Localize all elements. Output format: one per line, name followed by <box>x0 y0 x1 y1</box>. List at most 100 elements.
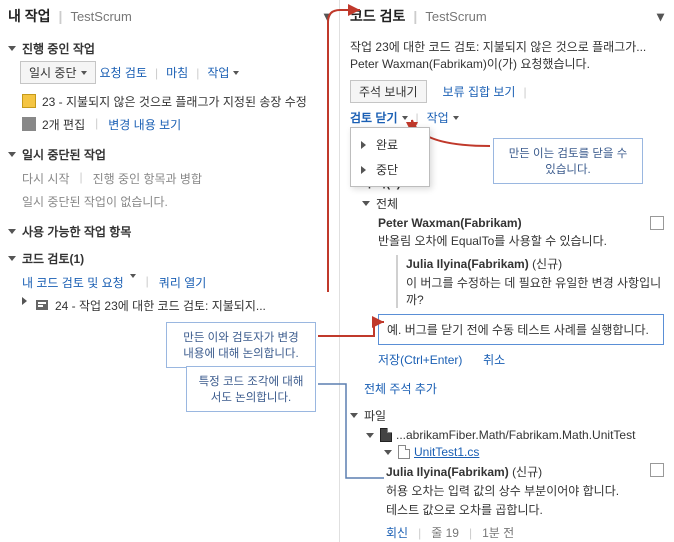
view-shelveset-link[interactable]: 보류 집합 보기 <box>443 83 516 100</box>
actions-link-2[interactable]: 작업 <box>427 109 449 126</box>
edit-icon <box>22 117 36 131</box>
caret-icon <box>233 71 239 75</box>
cancel-link[interactable]: 취소 <box>483 353 505 367</box>
file-folder-row[interactable]: ...abrikamFiber.Math/Fabrikam.Math.UnitT… <box>366 428 664 442</box>
expand-icon <box>22 297 27 305</box>
collapse-icon <box>366 433 374 438</box>
collapse-icon <box>8 46 16 51</box>
callout-text: 만든 이는 검토를 닫을 수 있습니다. <box>509 148 628 176</box>
work-item-row[interactable]: 23 - 지불되지 않은 것으로 플래그가 지정된 송장 수정 <box>8 90 331 113</box>
suspended-title: 일시 중단된 작업 <box>22 146 106 163</box>
expand-icon <box>361 166 366 174</box>
review-summary: 작업 23에 대한 코드 검토: 지불되지 않은 것으로 플래그가... Pet… <box>350 38 664 72</box>
new-badge: (신규) <box>512 465 542 479</box>
folder-icon <box>380 428 392 442</box>
available-header[interactable]: 사용 가능한 작업 항목 <box>8 223 331 240</box>
actions-link[interactable]: 작업 <box>207 64 229 81</box>
summary-line2: Peter Waxman(Fabrikam)이(가) 요청했습니다. <box>350 55 664 72</box>
collapse-icon <box>8 229 16 234</box>
finish-link[interactable]: 마침 <box>166 64 188 81</box>
suspended-empty: 일시 중단된 작업이 없습니다. <box>8 190 331 213</box>
code-review-icon <box>35 298 49 312</box>
review-toolbar: 주석 보내기 보류 집합 보기 | <box>350 80 664 103</box>
my-work-menu-caret[interactable]: ▾ <box>324 8 331 25</box>
suspend-button[interactable]: 일시 중단 <box>20 61 96 84</box>
my-work-pane: 내 작업 | TestScrum ▾ 진행 중인 작업 일시 중단 요청 검토 … <box>0 0 340 542</box>
merge-text: 진행 중인 항목과 병합 <box>93 170 202 187</box>
reply-input[interactable]: 예. 버그를 닫기 전에 수동 테스트 사례를 실행합니다. <box>378 314 664 345</box>
files-header[interactable]: 파일 <box>350 407 664 424</box>
caret-icon <box>130 274 136 278</box>
comment-author: Julia Ilyina(Fabrikam) <box>386 465 509 479</box>
request-review-link[interactable]: 요청 검토 <box>100 64 148 81</box>
comment-body: 허용 오차는 입력 값의 상수 부분이어야 합니다. <box>386 482 664 499</box>
line-number: 줄 19 <box>431 524 459 541</box>
send-comments-button[interactable]: 주석 보내기 <box>350 80 427 103</box>
edit-text: 2개 편집 <box>42 116 85 133</box>
my-reviews-link[interactable]: 내 코드 검토 및 요청 <box>22 274 124 291</box>
empty-text: 일시 중단된 작업이 없습니다. <box>22 193 168 210</box>
in-progress-header[interactable]: 진행 중인 작업 <box>8 40 331 57</box>
add-overall-comment-link[interactable]: 전체 주석 추가 <box>364 382 437 396</box>
in-progress-title: 진행 중인 작업 <box>22 40 95 57</box>
view-changes-link[interactable]: 변경 내용 보기 <box>108 116 181 133</box>
code-review-pane: 코드 검토 | TestScrum ▾ 작업 23에 대한 코드 검토: 지불되… <box>340 0 674 542</box>
my-work-context: TestScrum <box>70 9 131 24</box>
reply-link[interactable]: 회신 <box>386 524 408 541</box>
collapse-icon <box>8 152 16 157</box>
code-review-item-row[interactable]: 24 - 작업 23에 대한 코드 검토: 지불되지... <box>8 294 331 317</box>
collapse-icon <box>384 450 392 455</box>
reply-text: 예. 버그를 닫기 전에 수동 테스트 사례를 실행합니다. <box>387 323 649 337</box>
suspended-header[interactable]: 일시 중단된 작업 <box>8 146 331 163</box>
work-item-text: 23 - 지불되지 않은 것으로 플래그가 지정된 송장 수정 <box>42 93 307 110</box>
collapse-icon <box>8 256 16 261</box>
overall-label: 전체 <box>376 195 398 212</box>
code-review-context: TestScrum <box>425 9 486 24</box>
code-review-filter: 내 코드 검토 및 요청 | 쿼리 열기 <box>8 271 331 294</box>
open-query-link[interactable]: 쿼리 열기 <box>159 274 207 291</box>
caret-icon <box>453 116 459 120</box>
suspended-actions: 다시 시작 | 진행 중인 항목과 병합 <box>8 167 331 190</box>
close-review-dropdown: 완료 중단 <box>350 127 430 187</box>
save-link[interactable]: 저장(Ctrl+Enter) <box>378 353 462 367</box>
code-reviews-title: 코드 검토(1) <box>22 250 84 267</box>
code-review-menu-caret[interactable]: ▾ <box>657 8 664 25</box>
available-title: 사용 가능한 작업 항목 <box>22 223 131 240</box>
comment-body: 반올림 오차에 EqualTo를 사용할 수 있습니다. <box>378 232 664 249</box>
timestamp: 1분 전 <box>482 524 514 541</box>
collapse-icon <box>350 413 358 418</box>
caret-icon <box>402 116 408 120</box>
in-progress-toolbar: 일시 중단 요청 검토 | 마침 | 작업 <box>20 61 331 84</box>
separator: | <box>413 8 417 24</box>
callout-text: 특정 코드 조각에 대해서도 논의합니다. <box>199 376 304 404</box>
caret-icon <box>81 71 87 75</box>
dd-abandon[interactable]: 중단 <box>372 159 402 180</box>
my-work-header: 내 작업 | TestScrum ▾ <box>8 6 331 30</box>
comment-body: 이 버그를 수정하는 데 필요한 유일한 변경 사항입니까? <box>406 274 664 308</box>
files-label: 파일 <box>364 407 386 424</box>
file-item-row[interactable]: UnitTest1.cs <box>384 445 664 459</box>
close-review-link[interactable]: 검토 닫기 <box>350 109 398 126</box>
code-reviews-header[interactable]: 코드 검토(1) <box>8 250 331 267</box>
comment-author: Peter Waxman(Fabrikam) <box>378 216 522 230</box>
my-work-title: 내 작업 <box>8 6 51 26</box>
file-link[interactable]: UnitTest1.cs <box>414 445 479 459</box>
comment-3: Julia Ilyina(Fabrikam) (신규) 허용 오차는 입력 값의… <box>386 463 664 518</box>
code-review-item-text: 24 - 작업 23에 대한 코드 검토: 지불되지... <box>55 297 266 314</box>
new-badge: (신규) <box>532 257 562 271</box>
resolve-checkbox[interactable] <box>650 216 664 230</box>
resume-text: 다시 시작 <box>22 170 70 187</box>
task-icon <box>22 94 36 108</box>
comment-body: 테스트 값으로 오차를 곱합니다. <box>386 501 664 518</box>
file-icon <box>398 445 410 459</box>
code-review-title: 코드 검토 <box>350 6 405 26</box>
file-path: ...abrikamFiber.Math/Fabrikam.Math.UnitT… <box>396 428 635 442</box>
comment-author: Julia Ilyina(Fabrikam) <box>406 257 529 271</box>
comment-footer: 회신 | 줄 19 | 1분 전 <box>386 524 664 541</box>
dd-complete[interactable]: 완료 <box>372 134 402 155</box>
collapse-icon <box>362 201 370 206</box>
resolve-checkbox[interactable] <box>650 463 664 477</box>
summary-line1: 작업 23에 대한 코드 검토: 지불되지 않은 것으로 플래그가... <box>350 38 664 55</box>
suspend-label: 일시 중단 <box>29 64 77 81</box>
overall-header[interactable]: 전체 <box>362 195 664 212</box>
